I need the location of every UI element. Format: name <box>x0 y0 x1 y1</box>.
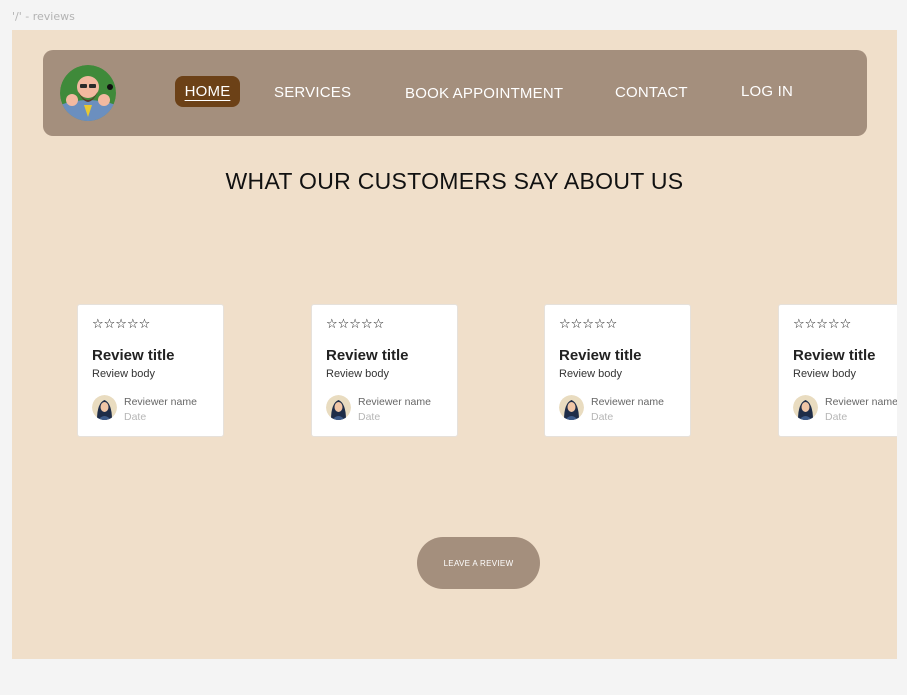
review-body: Review body <box>326 368 389 380</box>
star-rating[interactable]: ☆☆☆☆☆ <box>793 317 851 332</box>
review-body: Review body <box>92 368 155 380</box>
reviewer-avatar-icon <box>559 395 584 420</box>
reviews-page: HOME SERVICES BOOK APPOINTMENT CONTACT L… <box>12 30 897 659</box>
nav-home[interactable]: HOME <box>175 76 240 107</box>
reviewer-name: Reviewer name <box>591 396 664 408</box>
review-title: Review title <box>793 347 876 364</box>
nav-services[interactable]: SERVICES <box>274 84 351 101</box>
star-rating[interactable]: ☆☆☆☆☆ <box>326 317 384 332</box>
nav-home-label: HOME <box>184 83 231 100</box>
reviewer-avatar-icon <box>793 395 818 420</box>
barber-logo-icon[interactable] <box>60 65 116 121</box>
review-title: Review title <box>559 347 642 364</box>
reviewer-name: Reviewer name <box>358 396 431 408</box>
frame-label: '/' - reviews <box>12 10 75 23</box>
review-date: Date <box>358 411 381 423</box>
review-body: Review body <box>559 368 622 380</box>
nav-book-appointment[interactable]: BOOK APPOINTMENT <box>405 85 563 102</box>
leave-review-button[interactable]: LEAVE A REVIEW <box>417 537 540 589</box>
reviewer-avatar-icon <box>326 395 351 420</box>
nav-contact[interactable]: CONTACT <box>615 84 688 101</box>
review-date: Date <box>591 411 614 423</box>
navbar: HOME SERVICES BOOK APPOINTMENT CONTACT L… <box>43 50 867 136</box>
reviewer-name: Reviewer name <box>124 396 197 408</box>
review-title: Review title <box>326 347 409 364</box>
reviewer-avatar-icon <box>92 395 117 420</box>
review-card[interactable]: ☆☆☆☆☆ Review title Review body Reviewer … <box>778 304 897 437</box>
page-title: WHAT OUR CUSTOMERS SAY ABOUT US <box>225 168 684 194</box>
star-rating[interactable]: ☆☆☆☆☆ <box>92 317 150 332</box>
review-card[interactable]: ☆☆☆☆☆ Review title Review body Reviewer … <box>77 304 224 437</box>
review-card[interactable]: ☆☆☆☆☆ Review title Review body Reviewer … <box>544 304 691 437</box>
star-rating[interactable]: ☆☆☆☆☆ <box>559 317 617 332</box>
review-date: Date <box>825 411 848 423</box>
review-body: Review body <box>793 368 856 380</box>
reviewer-name: Reviewer name <box>825 396 897 408</box>
review-title: Review title <box>92 347 175 364</box>
review-date: Date <box>124 411 147 423</box>
review-card[interactable]: ☆☆☆☆☆ Review title Review body Reviewer … <box>311 304 458 437</box>
nav-login[interactable]: LOG IN <box>741 83 793 100</box>
